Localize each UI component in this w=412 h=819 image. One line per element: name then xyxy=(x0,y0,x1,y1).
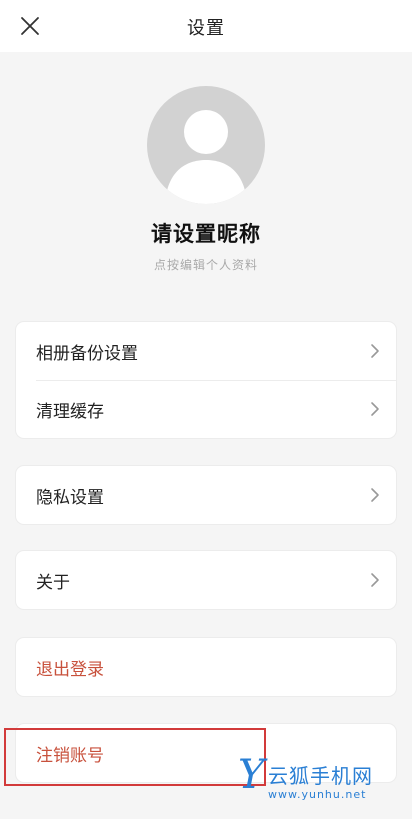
clear-cache-row[interactable]: 清理缓存 xyxy=(16,380,396,438)
settings-group-privacy: 隐私设置 xyxy=(16,466,396,524)
avatar[interactable] xyxy=(147,86,265,204)
watermark-name: 云狐手机网 xyxy=(268,764,373,788)
chevron-right-icon xyxy=(371,344,379,358)
watermark: Y 云狐手机网 www.yunhu.net xyxy=(238,752,408,808)
row-label: 关于 xyxy=(36,572,70,593)
row-label: 注销账号 xyxy=(36,745,104,766)
album-backup-settings-row[interactable]: 相册备份设置 xyxy=(16,322,396,380)
chevron-right-icon xyxy=(371,488,379,502)
profile-section: 请设置昵称 点按编辑个人资料 xyxy=(0,86,412,273)
settings-group-about: 关于 xyxy=(16,551,396,609)
settings-group-storage: 相册备份设置 清理缓存 xyxy=(16,322,396,438)
about-row[interactable]: 关于 xyxy=(16,551,396,609)
settings-group-logout: 退出登录 xyxy=(16,638,396,696)
watermark-logo-icon: Y xyxy=(238,752,265,798)
row-label: 清理缓存 xyxy=(36,401,104,422)
row-label: 相册备份设置 xyxy=(36,343,138,364)
nickname[interactable]: 请设置昵称 xyxy=(0,218,412,248)
row-label: 退出登录 xyxy=(36,659,104,680)
chevron-right-icon xyxy=(371,402,379,416)
watermark-url: www.yunhu.net xyxy=(268,788,367,801)
top-bar: 设置 xyxy=(0,0,412,52)
settings-screen: 设置 请设置昵称 点按编辑个人资料 相册备份设置 清理缓存 隐私设置 关于 退出… xyxy=(0,0,412,819)
logout-button[interactable]: 退出登录 xyxy=(16,638,396,696)
page-title: 设置 xyxy=(187,18,225,39)
user-avatar-icon xyxy=(165,110,247,204)
row-label: 隐私设置 xyxy=(36,487,104,508)
edit-profile-hint: 点按编辑个人资料 xyxy=(153,258,258,272)
chevron-right-icon xyxy=(371,573,379,587)
privacy-settings-row[interactable]: 隐私设置 xyxy=(16,466,396,524)
